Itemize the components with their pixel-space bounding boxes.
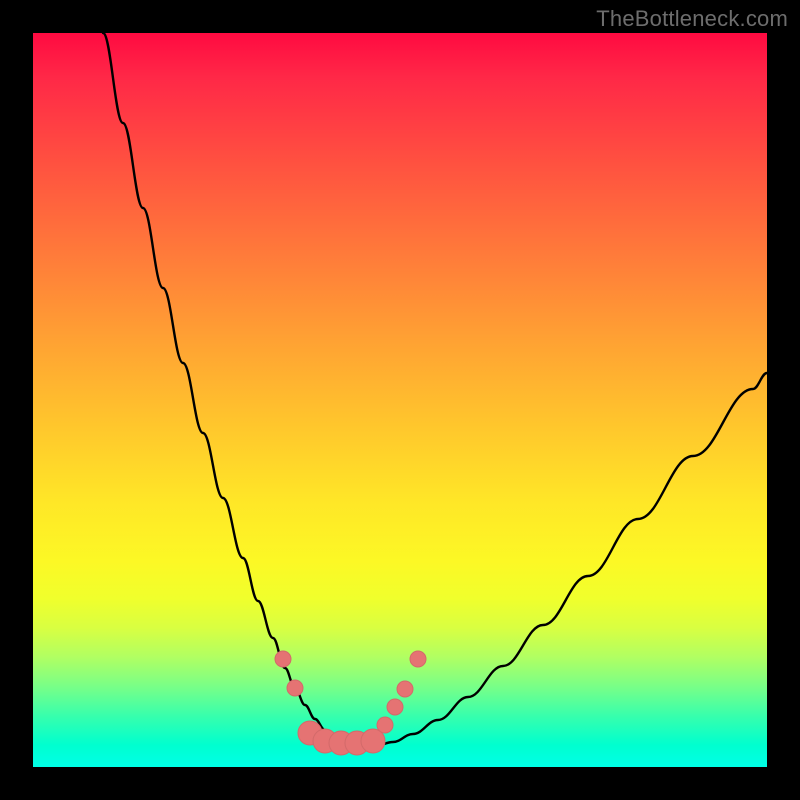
outer-frame: TheBottleneck.com <box>0 0 800 800</box>
pt-left-lower <box>287 680 303 696</box>
pt-left-upper <box>275 651 291 667</box>
curve-markers <box>275 651 426 755</box>
watermark-text: TheBottleneck.com <box>596 6 788 32</box>
pt-right-upper <box>410 651 426 667</box>
pt-right-1 <box>377 717 393 733</box>
chart-svg <box>33 33 767 767</box>
pt-right-3 <box>397 681 413 697</box>
pt-right-2 <box>387 699 403 715</box>
plot-area <box>33 33 767 767</box>
bottleneck-curve <box>103 33 767 746</box>
